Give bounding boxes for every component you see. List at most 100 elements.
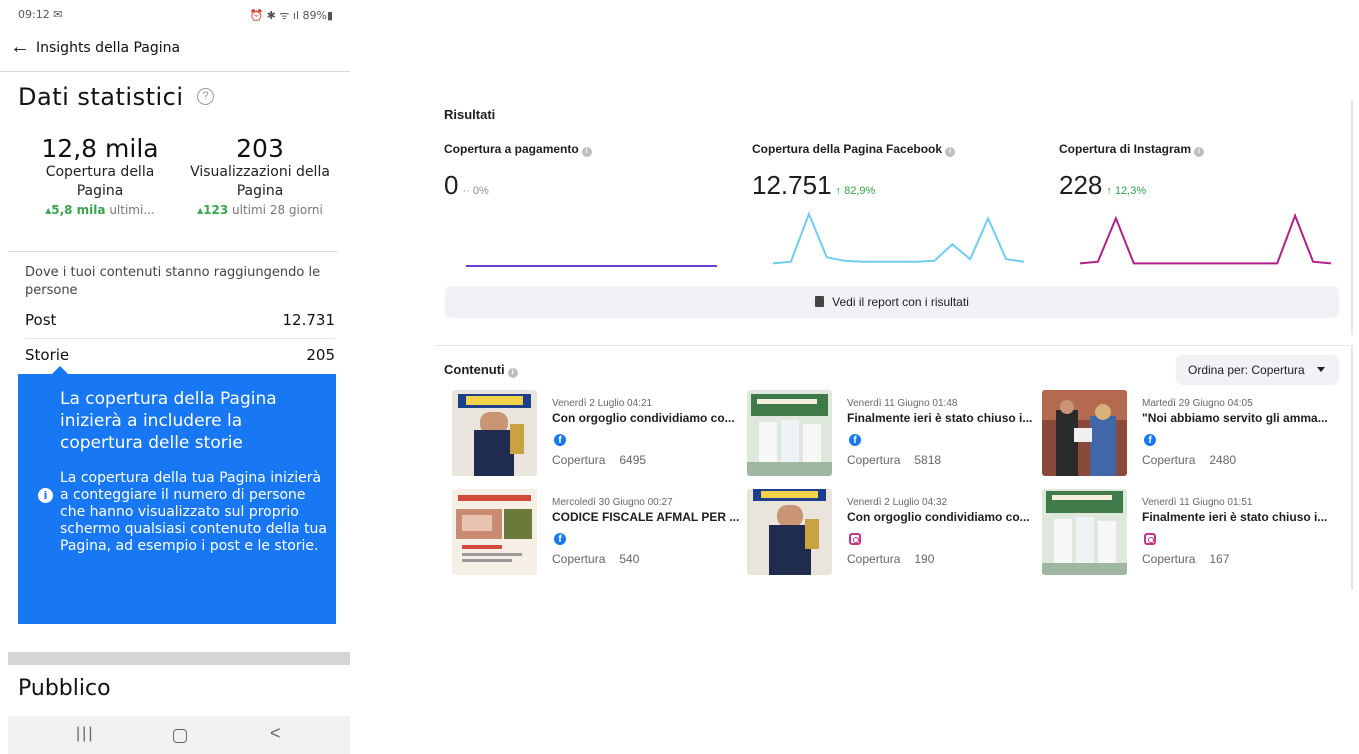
kpi-value: 228 xyxy=(1059,170,1103,200)
sparkline-paid xyxy=(466,265,717,267)
divider xyxy=(25,338,335,339)
reach-row-post[interactable]: Post 12.731 xyxy=(25,311,335,337)
tooltip-body: La copertura della tua Pagina inizierà a… xyxy=(60,470,328,554)
post-date: Venerdì 2 Luglio 04:21 xyxy=(552,398,653,409)
post-metric-value: 5818 xyxy=(914,453,942,467)
back-arrow-icon[interactable]: ← xyxy=(10,36,30,59)
instagram-icon xyxy=(849,533,861,545)
nav-back-icon[interactable]: < xyxy=(270,723,281,744)
post-date: Venerdì 11 Giugno 01:48 xyxy=(847,398,958,409)
post-text[interactable]: "Noi abbiamo servito gli amma... xyxy=(1142,411,1328,425)
tooltip-caret xyxy=(52,366,68,374)
info-tooltip[interactable]: La copertura della Pagina inizierà a inc… xyxy=(18,366,336,624)
content-post[interactable]: Venerdì 11 Giugno 01:51 Finalmente ieri … xyxy=(1034,489,1327,577)
home-icon[interactable] xyxy=(173,729,187,743)
kpi-label: Copertura di Instagram xyxy=(1059,142,1192,156)
sparkline-facebook xyxy=(772,211,1025,265)
instagram-icon xyxy=(1144,533,1156,545)
stats-heading: Dati statistici xyxy=(18,83,184,111)
content-title: Contenuti i xyxy=(444,362,518,378)
post-metric-value: 540 xyxy=(619,552,640,566)
kpi-value: 0 xyxy=(444,170,459,200)
reach-row-stories[interactable]: Storie 205 xyxy=(25,346,335,372)
section-separator xyxy=(8,652,350,665)
post-metric-value: 6495 xyxy=(619,453,647,467)
post-text[interactable]: Finalmente ieri è stato chiuso i... xyxy=(1142,510,1327,524)
sort-label: Ordina per: Copertura xyxy=(1188,363,1305,377)
kpi-change: ·· 0% xyxy=(462,185,489,197)
post-text[interactable]: CODICE FISCALE AFMAL PER ... xyxy=(552,510,739,524)
kpi-label: Copertura a pagamento xyxy=(444,142,579,156)
status-time: 09:12 ✉ xyxy=(18,8,63,21)
caret-down-icon xyxy=(1317,367,1325,372)
kpi-paid-reach[interactable]: Copertura a pagamento i 0 ·· 0% xyxy=(444,142,734,201)
content-post[interactable]: Venerdì 2 Luglio 04:21 Con orgoglio cond… xyxy=(444,390,735,478)
report-button-label: Vedi il report con i risultati xyxy=(832,295,969,309)
content-post[interactable]: Venerdì 2 Luglio 04:32 Con orgoglio cond… xyxy=(739,489,1030,577)
tooltip-title: La copertura della Pagina inizierà a inc… xyxy=(60,389,277,453)
metric-page-views[interactable]: 203 Visualizzazioni della Pagina ▴123 ul… xyxy=(180,134,340,217)
post-thumbnail xyxy=(1042,390,1127,476)
recents-icon[interactable]: ||| xyxy=(76,725,94,743)
reach-row-value: 12.731 xyxy=(282,311,336,329)
post-thumbnail xyxy=(452,390,537,476)
metric-delta-value: ▴123 xyxy=(197,203,229,217)
facebook-icon: f xyxy=(1144,434,1156,446)
content-title-label: Contenuti xyxy=(444,362,505,377)
metric-value: 203 xyxy=(236,134,284,163)
sparkline-instagram xyxy=(1079,212,1332,265)
report-icon xyxy=(815,296,825,307)
reach-where-text: Dove i tuoi contenuti stanno raggiungend… xyxy=(25,265,321,298)
content-post[interactable]: Martedì 29 Giugno 04:05 "Noi abbiamo ser… xyxy=(1034,390,1328,478)
post-thumbnail xyxy=(452,489,537,575)
post-thumbnail xyxy=(747,390,832,476)
kpi-label: Copertura della Pagina Facebook xyxy=(752,142,943,156)
kpi-value: 12.751 xyxy=(752,170,832,200)
post-metric-value: 190 xyxy=(914,552,935,566)
metric-label: Visualizzazioni della Pagina xyxy=(190,164,330,199)
help-icon[interactable]: ? xyxy=(197,88,214,105)
metric-page-reach[interactable]: 12,8 mila Copertura della Pagina ▴5,8 mi… xyxy=(20,134,180,217)
page-title: Insights della Pagina xyxy=(36,40,181,56)
facebook-icon: f xyxy=(554,533,566,545)
sparkline-path xyxy=(772,211,1025,265)
status-bar: 09:12 ✉ ⏰ ✱ ᯤ ıl 89%▮ xyxy=(18,8,333,24)
sort-dropdown[interactable]: Ordina per: Copertura xyxy=(1176,355,1339,385)
view-report-button[interactable]: Vedi il report con i risultati xyxy=(445,286,1339,318)
metric-delta-text: ultimi 28 giorni xyxy=(228,203,323,217)
results-card: Risultati Copertura a pagamento i 0 ·· 0% … xyxy=(436,100,1353,335)
post-date: Mercoledì 30 Giugno 00:27 xyxy=(552,497,673,508)
kpi-change: ↑ 82,9% xyxy=(835,185,876,197)
post-metric-label: Copertura xyxy=(847,453,901,467)
content-post[interactable]: Venerdì 11 Giugno 01:48 Finalmente ieri … xyxy=(739,390,1032,478)
info-icon[interactable]: i xyxy=(581,147,592,157)
status-icons: ⏰ ✱ ᯤ ıl 89%▮ xyxy=(249,9,333,22)
results-title: Risultati xyxy=(444,107,496,122)
kpi-facebook-reach[interactable]: Copertura della Pagina Facebook i 12.751 ↑… xyxy=(752,142,1042,201)
reach-row-value: 205 xyxy=(306,346,335,364)
info-icon: i xyxy=(38,488,53,503)
post-text[interactable]: Finalmente ieri è stato chiuso i... xyxy=(847,411,1032,425)
post-metric-label: Copertura xyxy=(847,552,901,566)
phone-screenshot: 09:12 ✉ ⏰ ✱ ᯤ ıl 89%▮ ← Insights della P… xyxy=(0,0,350,754)
sparkline-path xyxy=(1079,212,1332,265)
post-date: Venerdì 11 Giugno 01:51 xyxy=(1142,497,1253,508)
info-icon[interactable]: i xyxy=(507,368,518,378)
android-nav-bar: ||| < xyxy=(8,716,350,754)
kpi-instagram-reach[interactable]: Copertura di Instagram i 228 ↑ 12,3% xyxy=(1059,142,1349,201)
post-date: Venerdì 2 Luglio 04:32 xyxy=(847,497,948,508)
post-text[interactable]: Con orgoglio condividiamo co... xyxy=(552,411,735,425)
info-icon[interactable]: i xyxy=(1194,147,1205,157)
content-post[interactable]: Mercoledì 30 Giugno 00:27 CODICE FISCALE… xyxy=(444,489,739,577)
audience-heading: Pubblico xyxy=(18,676,111,701)
info-icon[interactable]: i xyxy=(945,147,956,157)
metric-value: 12,8 mila xyxy=(41,134,159,163)
post-date: Martedì 29 Giugno 04:05 xyxy=(1142,398,1253,409)
facebook-icon: f xyxy=(849,434,861,446)
divider xyxy=(8,251,338,252)
facebook-icon: f xyxy=(554,434,566,446)
post-thumbnail xyxy=(1042,489,1127,575)
metric-delta-text: ultimi... xyxy=(105,203,155,217)
post-text[interactable]: Con orgoglio condividiamo co... xyxy=(847,510,1030,524)
post-metric-value: 167 xyxy=(1209,552,1230,566)
